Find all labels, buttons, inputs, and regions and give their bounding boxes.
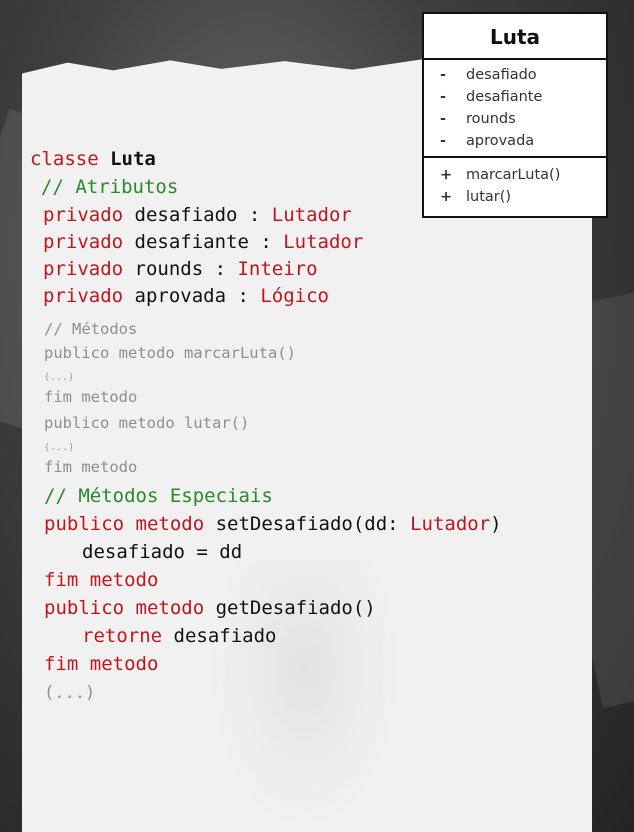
method-end: fim metodo (44, 458, 138, 476)
keyword: publico metodo (44, 597, 205, 619)
attribute-name: aprovada (466, 133, 535, 149)
method-body-ellipsis: (...) (44, 442, 75, 453)
keyword: fim metodo (44, 569, 159, 591)
attribute-line: privado desafiado : Lutador (43, 204, 352, 226)
keyword: privado (43, 204, 124, 226)
method-line: publico metodo lutar() (44, 414, 250, 432)
method-body-ellipsis: (...) (44, 372, 75, 383)
method-end: fim metodo (44, 569, 158, 591)
identifier: desafiante : (123, 231, 284, 253)
visibility-private: - (440, 111, 447, 127)
method-signature: setDesafiado(dd: (204, 513, 411, 535)
attribute-name: rounds (466, 111, 516, 127)
method-end: fim metodo (44, 653, 158, 675)
method-end: fim metodo (44, 388, 138, 406)
type-name: Lutador (283, 231, 364, 253)
keyword: privado (43, 258, 124, 280)
ellipsis: (...) (44, 683, 96, 703)
comment-text: // Atributos (41, 176, 179, 198)
paren: ) (490, 513, 502, 535)
class-declaration: classe Luta (30, 148, 156, 170)
identifier: aprovada : (123, 285, 261, 307)
method-line: publico metodo getDesafiado() (44, 597, 376, 619)
uml-attribute: - rounds (424, 108, 606, 130)
type-name: Inteiro (237, 258, 318, 280)
attribute-name: desafiado (466, 67, 537, 83)
method-body-line: retorne desafiado (82, 625, 276, 647)
keyword: publico metodo (44, 513, 205, 535)
uml-class-title: Luta (424, 14, 606, 60)
attribute-line: privado desafiante : Lutador (43, 231, 363, 253)
identifier: desafiado : (123, 204, 272, 226)
method-line: publico metodo setDesafiado(dd: Lutador) (44, 513, 502, 535)
type-name: Lutador (410, 513, 491, 535)
identifier: desafiado (162, 625, 277, 647)
attribute-line: privado rounds : Inteiro (43, 258, 318, 280)
keyword: fim metodo (44, 653, 159, 675)
comment-text: // Métodos Especiais (44, 485, 273, 507)
type-name: Lutador (271, 204, 352, 226)
attribute-line: privado aprovada : Lógico (43, 285, 329, 307)
uml-attributes-section: - desafiado - desafiante - rounds - aprovada (424, 60, 606, 158)
keyword: privado (43, 231, 124, 253)
pseudocode-listing: classe Luta // Atributos privado desafia… (30, 148, 590, 703)
method-body-line: desafiado = dd (82, 541, 243, 563)
comment-special-methods: // Métodos Especiais (44, 485, 273, 507)
comment-attributes: // Atributos (41, 176, 178, 198)
visibility-private: - (440, 89, 447, 105)
comment-methods: // Métodos (44, 320, 138, 338)
identifier: rounds : (123, 258, 238, 280)
attribute-name: desafiante (466, 89, 543, 105)
uml-attribute: - desafiado (424, 64, 606, 86)
class-keyword: classe (30, 148, 111, 170)
keyword: retorne (82, 625, 163, 647)
visibility-private: - (440, 67, 447, 83)
keyword: privado (43, 285, 124, 307)
type-name: Lógico (260, 285, 329, 307)
uml-attribute: - desafiante (424, 86, 606, 108)
method-signature: getDesafiado() (204, 597, 376, 619)
method-line: publico metodo marcarLuta() (44, 344, 296, 362)
class-name: Luta (110, 148, 156, 170)
